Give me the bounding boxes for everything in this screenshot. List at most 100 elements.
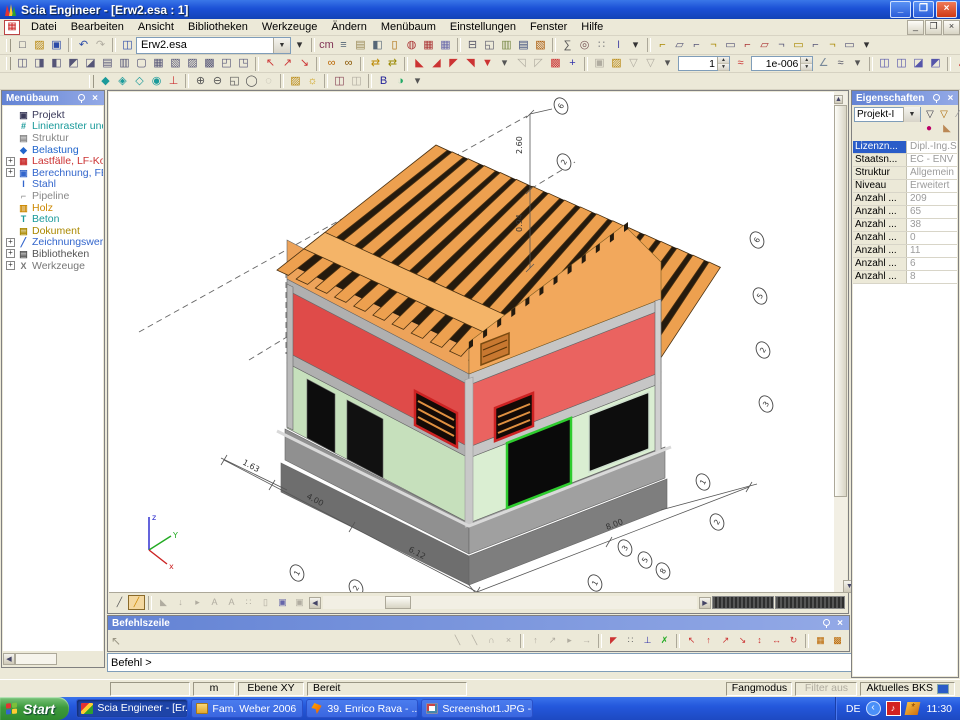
start-button[interactable]: Start — [0, 697, 69, 720]
view-iso1-icon[interactable]: ◆ — [97, 74, 114, 89]
combo-dropdown-icon[interactable]: ▼ — [903, 107, 920, 122]
view-iso4-icon[interactable]: ◉ — [148, 74, 165, 89]
pin-icon[interactable] — [77, 94, 86, 103]
filter-icon[interactable]: ▽ — [923, 109, 937, 121]
bks-icon[interactable]: B — [375, 74, 392, 89]
center-cross-icon[interactable]: + — [564, 56, 581, 71]
command-panel-header[interactable]: Befehlszeile × — [108, 616, 849, 630]
dir-lr-icon[interactable]: ↔ — [768, 633, 785, 648]
expand-icon[interactable] — [6, 249, 15, 258]
properties-combo[interactable]: Projekt-I ▼ — [854, 107, 921, 122]
show-text-abc-icon[interactable]: A — [223, 595, 240, 610]
pin-icon[interactable] — [932, 94, 941, 103]
project-combo[interactable]: Erw2.esa ▼ — [136, 37, 291, 54]
pencil-icon[interactable]: ∕ — [951, 109, 960, 121]
dir-n-icon[interactable]: ↑ — [700, 633, 717, 648]
support-line-icon[interactable]: ▼ — [479, 56, 496, 71]
view-filter2-icon[interactable]: ▽ — [642, 56, 659, 71]
tree-item-struktur[interactable]: ▤ Struktur — [3, 132, 103, 144]
tree-item-werkzeuge[interactable]: X Werkzeuge — [3, 260, 103, 272]
view-iso3-icon[interactable]: ◇ — [131, 74, 148, 89]
show-points-icon[interactable]: ∷ — [240, 595, 257, 610]
snap-cancel-icon[interactable]: × — [500, 633, 517, 648]
point-curve-icon[interactable]: → — [578, 633, 595, 648]
view-iso2-icon[interactable]: ◈ — [114, 74, 131, 89]
coords-folder-icon[interactable]: ▩ — [829, 633, 846, 648]
tree-item-belastung[interactable]: ◆ Belastung — [3, 144, 103, 156]
animation-bar[interactable] — [775, 596, 845, 609]
view-filter-icon[interactable]: ▽ — [625, 56, 642, 71]
multicopy-icon[interactable]: ◫ — [893, 56, 910, 71]
beam-angle-icon[interactable]: ◩ — [65, 56, 82, 71]
status-ucs[interactable]: Aktuelles BKS — [860, 682, 955, 696]
expand-icon[interactable] — [6, 157, 15, 166]
truss-new-icon[interactable]: ▨ — [184, 56, 201, 71]
menu-item-einstellungen[interactable]: Einstellungen — [443, 20, 523, 34]
command-input[interactable] — [107, 653, 852, 672]
menu-item-hilfe[interactable]: Hilfe — [574, 20, 610, 34]
beam-template-5-icon[interactable]: ▭ — [722, 38, 739, 53]
disconnect-members-icon[interactable]: ∞ — [340, 56, 357, 71]
property-row-niveau[interactable]: Niveau Erweitert — [853, 180, 957, 193]
clipping-box-icon[interactable]: ▨ — [287, 74, 304, 89]
beam-template-1-icon[interactable]: ⌐ — [654, 38, 671, 53]
pin-icon[interactable] — [822, 619, 831, 628]
menu-item-fenster[interactable]: Fenster — [523, 20, 574, 34]
zoom-in-icon[interactable]: ⊕ — [192, 74, 209, 89]
render-settings-icon[interactable]: ◑ — [392, 74, 409, 89]
calculator-icon[interactable]: ∑ — [559, 38, 576, 53]
snap-line-icon[interactable]: ╲ — [449, 633, 466, 648]
status-unit[interactable]: m — [193, 682, 235, 696]
units-icon[interactable]: cm — [318, 38, 335, 53]
frame-new-icon[interactable]: ▩ — [201, 56, 218, 71]
close-button[interactable]: × — [936, 1, 957, 18]
tree-item-holz[interactable]: ▥ Holz — [3, 202, 103, 214]
light-icon[interactable]: ☼ — [304, 74, 321, 89]
point-abs-icon[interactable]: ↑ — [527, 633, 544, 648]
volume-icon[interactable]: ♪ — [886, 701, 901, 716]
close-icon[interactable]: × — [835, 618, 845, 629]
tree-item-pipeline[interactable]: ⌐ Pipeline — [3, 190, 103, 202]
mesh-icon[interactable]: ◍ — [403, 38, 420, 53]
beam-template-3-icon[interactable]: ⌐ — [688, 38, 705, 53]
toolbar-grip[interactable] — [6, 39, 11, 52]
move-icon[interactable]: ◪ — [910, 56, 927, 71]
beam-template-12-icon[interactable]: ▭ — [841, 38, 858, 53]
zoom-window-icon[interactable]: ◱ — [226, 74, 243, 89]
model-viewport[interactable]: 1.634.006.128.002.600.94 62652312358112 … — [109, 92, 835, 593]
tree-item-bibliotheken[interactable]: ▤ Bibliotheken — [3, 248, 103, 260]
toolbar-grip[interactable] — [6, 57, 11, 70]
wall-new-icon[interactable]: ▥ — [116, 56, 133, 71]
property-row-anzahl[interactable]: Anzahl ... 8 — [853, 271, 957, 284]
grid-line-icon[interactable]: ▧ — [167, 56, 184, 71]
support-rotation-icon[interactable]: ◥ — [462, 56, 479, 71]
zoom-all-icon[interactable]: ◯ — [243, 74, 260, 89]
bracing-new-icon[interactable]: ◰ — [218, 56, 235, 71]
hinge-both-icon[interactable]: ⇄ — [367, 56, 384, 71]
point-grid-icon[interactable]: ∷ — [593, 38, 610, 53]
undo-icon[interactable]: ↶ — [75, 38, 92, 53]
property-row-anzahl[interactable]: Anzahl ... 11 — [853, 245, 957, 258]
dir-nw-icon[interactable]: ↖ — [683, 633, 700, 648]
scroll-right-icon[interactable]: ▶ — [699, 597, 711, 609]
combo-options-icon[interactable]: ▾ — [291, 38, 308, 53]
scroll-up-icon[interactable]: ▲ — [834, 95, 843, 104]
menu-item-ansicht[interactable]: Ansicht — [131, 20, 181, 34]
drag-member-icon[interactable]: ↗ — [279, 56, 296, 71]
document-icon[interactable]: ▤ — [515, 38, 532, 53]
brush-icon[interactable]: ◣ — [940, 123, 954, 135]
dimension-more-icon[interactable]: ▾ — [627, 38, 644, 53]
tree-hscrollbar[interactable]: ◀ — [3, 653, 57, 665]
copy-icon[interactable]: ◫ — [876, 56, 893, 71]
picture-icon[interactable]: ▧ — [532, 38, 549, 53]
mdi-close-button[interactable]: × — [943, 20, 960, 35]
save-icon[interactable]: ▣ — [48, 38, 65, 53]
coords-table-icon[interactable]: ▦ — [812, 633, 829, 648]
window-view-icon[interactable]: ▣ — [274, 595, 291, 610]
tree-item-beton[interactable]: T Beton — [3, 213, 103, 225]
haunch-icon[interactable]: ◹ — [513, 56, 530, 71]
menu-item-werkzeuge[interactable]: Werkzeuge — [255, 20, 324, 34]
toolbar-grip[interactable] — [89, 75, 94, 88]
show-dim-abc-icon[interactable]: A — [206, 595, 223, 610]
palette-icon[interactable]: ● — [922, 123, 936, 135]
